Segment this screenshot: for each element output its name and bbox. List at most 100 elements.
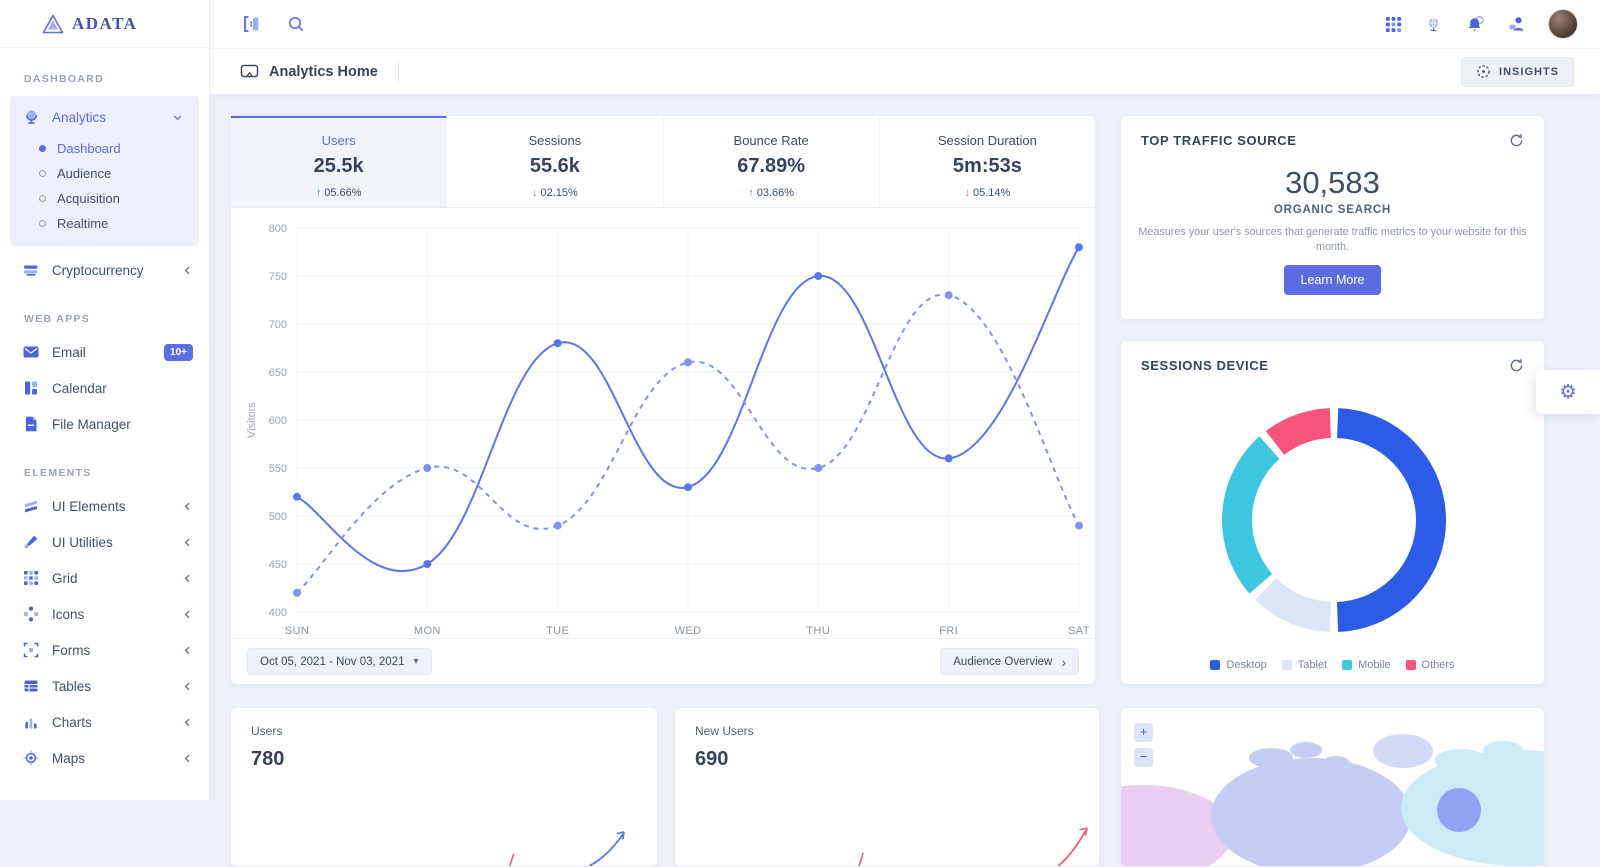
sidebar-item-grid[interactable]: Grid [0, 560, 209, 596]
sidebar-item-analytics[interactable]: Analytics [10, 98, 199, 136]
sidebar-item-charts[interactable]: Charts [0, 704, 209, 740]
globe-icon [22, 108, 40, 126]
date-range-button[interactable]: Oct 05, 2021 - Nov 03, 2021 ▾ [247, 648, 432, 675]
svg-text:WED: WED [675, 625, 702, 637]
nav-section-label: DASHBOARD [0, 48, 209, 94]
apps-grid-icon[interactable] [1385, 16, 1402, 33]
sidebar-subitem-realtime[interactable]: Realtime [10, 211, 199, 236]
svg-text:650: 650 [269, 367, 287, 379]
chevron-left-icon [182, 681, 193, 692]
device-card-header: SESSIONS DEVICE [1121, 341, 1544, 373]
svg-text:800: 800 [269, 223, 287, 235]
settings-gear-button[interactable]: ⚙ [1536, 370, 1600, 414]
legend-item-others[interactable]: Others [1406, 659, 1455, 671]
sidebar-subitem-acquisition[interactable]: Acquisition [10, 186, 199, 211]
sidebar-item-calendar[interactable]: Calendar [0, 370, 209, 406]
stat-label: Users [231, 133, 446, 148]
learn-more-button[interactable]: Learn More [1284, 265, 1382, 295]
tab-bounce-rate[interactable]: Bounce Rate67.89%↑ 03.66% [664, 116, 880, 207]
stat-value: 25.5k [231, 155, 446, 178]
bullet-icon [39, 195, 46, 202]
sidebar-item-forms[interactable]: Forms [0, 632, 209, 668]
collapse-icon[interactable] [242, 15, 261, 33]
map-zoom-controls: + − [1134, 723, 1153, 767]
users-sparkline [231, 822, 657, 866]
sidebar-item-ui-elements[interactable]: UI Elements [0, 488, 209, 524]
donut-legend: Desktop Tablet Mobile Others [1121, 659, 1544, 671]
svg-text:500: 500 [269, 511, 287, 523]
app-name: ADATA [72, 14, 137, 34]
tab-session-duration[interactable]: Session Duration5m:53s↓ 05.14% [880, 116, 1095, 207]
mini-card-value: 690 [695, 748, 1079, 771]
bullet-icon [39, 220, 46, 227]
tab-users[interactable]: Users 25.5k ↑ 05.66% [231, 116, 447, 207]
sidebar-item-ui-utilities[interactable]: UI Utilities [0, 524, 209, 560]
stat-label: Sessions [447, 133, 662, 148]
brush-icon [22, 533, 40, 551]
monitor-icon [240, 63, 259, 81]
topbar-left [242, 15, 305, 33]
chevron-down-icon [172, 112, 183, 123]
sidebar-item-tables[interactable]: Tables [0, 668, 209, 704]
legend-item-mobile[interactable]: Mobile [1342, 659, 1390, 671]
refresh-icon[interactable] [1509, 133, 1524, 148]
bar-chart-icon [22, 713, 40, 731]
sidebar-item-icons[interactable]: Icons [0, 596, 209, 632]
traffic-source-label: ORGANIC SEARCH [1121, 204, 1544, 216]
sidebar: ADATA DASHBOARD AnalyticsDashboardAudienc… [0, 0, 210, 800]
sidebar-item-cryptocurrency[interactable]: Cryptocurrency [0, 252, 209, 288]
map-zoom-in-button[interactable]: + [1134, 723, 1153, 742]
svg-text:550: 550 [269, 463, 287, 475]
sessions-map-card: + − [1120, 707, 1545, 867]
shapes-icon [22, 605, 40, 623]
profile-chat-icon[interactable] [1507, 15, 1526, 33]
stat-change: ↑ 05.66% [231, 187, 446, 199]
tab-sessions[interactable]: Sessions55.6k↓ 02.15% [447, 116, 663, 207]
chevron-left-icon [182, 645, 193, 656]
legend-item-desktop[interactable]: Desktop [1210, 659, 1266, 671]
stat-value: 67.89% [664, 155, 879, 178]
page-header: Analytics Home INSIGHTS [210, 48, 1600, 95]
sidebar-item-file-manager[interactable]: File Manager [0, 406, 209, 442]
legend-swatch [1282, 660, 1292, 670]
mini-card-value: 780 [251, 748, 637, 771]
app-logo[interactable]: ADATA [0, 0, 209, 48]
sidebar-nav: DASHBOARD AnalyticsDashboardAudienceAcqui… [0, 48, 209, 776]
search-icon[interactable] [287, 15, 305, 33]
language-globe-icon[interactable] [1424, 15, 1443, 34]
email-badge: 10+ [164, 344, 193, 361]
refresh-icon[interactable] [1509, 358, 1524, 373]
top-traffic-source-card: TOP TRAFFIC SOURCE 30,583 ORGANIC SEARCH… [1120, 115, 1545, 320]
insights-button[interactable]: INSIGHTS [1461, 57, 1574, 87]
chevron-left-icon [182, 573, 193, 584]
svg-text:FRI: FRI [939, 625, 958, 637]
sidebar-subitem-dashboard[interactable]: Dashboard [10, 136, 199, 161]
stat-label: Bounce Rate [664, 133, 879, 148]
trend-down-icon: ↓ [964, 187, 970, 199]
topbar [210, 0, 1600, 48]
map-zoom-out-button[interactable]: − [1134, 748, 1153, 767]
coins-icon [22, 261, 40, 279]
legend-item-tablet[interactable]: Tablet [1282, 659, 1327, 671]
sessions-device-card: SESSIONS DEVICE Desktop Tablet Mobile Other… [1120, 340, 1545, 685]
sidebar-subitem-audience[interactable]: Audience [10, 161, 199, 186]
chevron-right-icon: › [1061, 654, 1066, 670]
svg-text:SAT: SAT [1068, 625, 1090, 637]
logo-icon [42, 14, 64, 34]
caret-down-icon: ▾ [413, 656, 418, 667]
svg-text:700: 700 [269, 319, 287, 331]
audience-overview-button[interactable]: Audience Overview › [940, 648, 1079, 675]
legend-swatch [1342, 660, 1352, 670]
sidebar-item-maps[interactable]: Maps [0, 740, 209, 776]
stat-label: Session Duration [880, 133, 1095, 148]
user-avatar[interactable] [1548, 9, 1578, 39]
sidebar-item-email[interactable]: Email10+ [0, 334, 209, 370]
notifications-bell-icon[interactable] [1465, 15, 1485, 34]
compass-icon [1476, 64, 1491, 79]
visitors-line-chart: 400450500550600650700750800SUNMONTUEWEDT… [239, 214, 1091, 656]
insights-label: INSIGHTS [1499, 66, 1559, 78]
world-map [1121, 708, 1545, 867]
svg-text:Visitors: Visitors [246, 402, 258, 438]
nav-section-label: ELEMENTS [0, 442, 209, 488]
target-icon [22, 749, 40, 767]
